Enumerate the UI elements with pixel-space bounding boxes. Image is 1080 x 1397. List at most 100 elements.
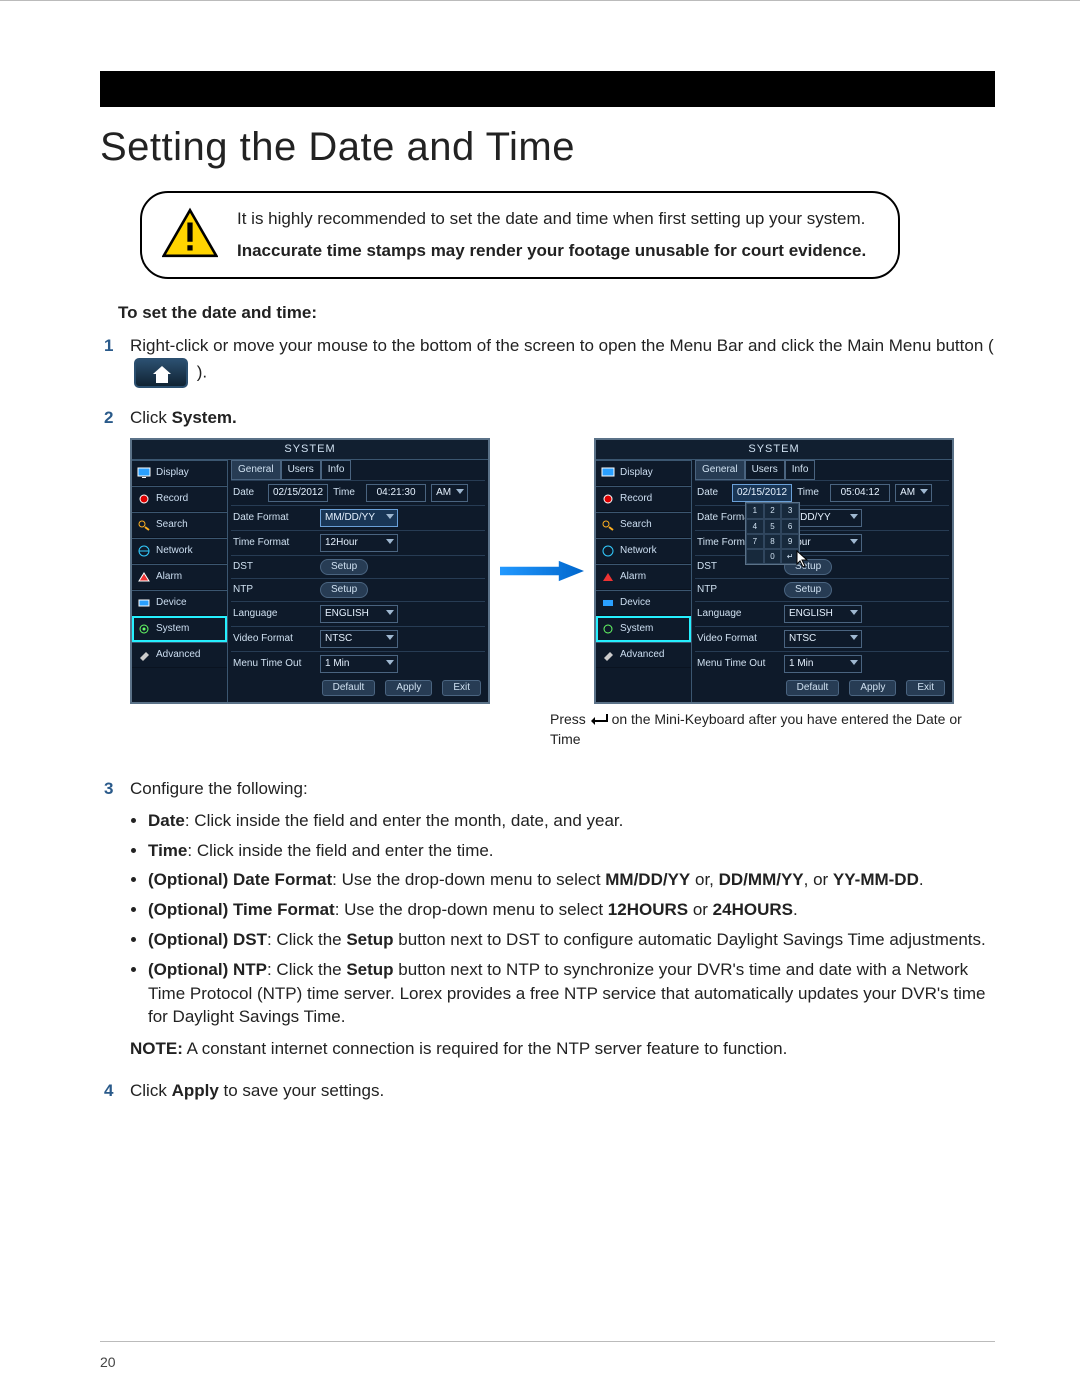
language-dropdown-r[interactable]: ENGLISH (784, 605, 862, 623)
label-date: Date (233, 486, 263, 500)
gear-icon (601, 623, 615, 635)
label-time-r: Time (797, 486, 825, 500)
apply-button-r[interactable]: Apply (849, 680, 896, 696)
search-icon (601, 519, 615, 531)
sidebar-item-network[interactable]: Network (132, 538, 227, 564)
date-field-r[interactable]: 02/15/2012 (732, 484, 792, 502)
network-icon (137, 545, 151, 557)
sidebar-item-display-r[interactable]: Display (596, 460, 691, 486)
tab-users-r[interactable]: Users (745, 460, 785, 480)
system-title-right: SYSTEM (596, 440, 952, 460)
bullet-dst: (Optional) DST: Click the Setup button n… (148, 928, 995, 952)
tab-general[interactable]: General (231, 460, 281, 480)
step-3: 3 Configure the following: Date: Click i… (100, 777, 995, 1069)
warning-text-2: Inaccurate time stamps may render your f… (237, 239, 874, 263)
network-icon (601, 545, 615, 557)
time-field-r[interactable]: 05:04:12 (830, 484, 890, 502)
ntp-setup-button[interactable]: Setup (320, 582, 368, 598)
sidebar-item-record-r[interactable]: Record (596, 486, 691, 512)
sidebar-item-advanced[interactable]: Advanced (132, 642, 227, 668)
sidebar-item-alarm[interactable]: Alarm (132, 564, 227, 590)
mini-keyboard-overlay[interactable]: 123 456 789 0↵ (745, 502, 800, 565)
menu-timeout-dropdown-r[interactable]: 1 Min (784, 655, 862, 673)
exit-button[interactable]: Exit (442, 680, 481, 696)
enter-key-icon (590, 711, 608, 730)
video-format-dropdown-r[interactable]: NTSC (784, 630, 862, 648)
bullet-time: Time: Click inside the field and enter t… (148, 839, 995, 863)
menu-timeout-dropdown[interactable]: 1 Min (320, 655, 398, 673)
system-screenshot-right: SYSTEM Display Record Search Network Ala… (594, 438, 954, 704)
label-menu-timeout: Menu Time Out (233, 657, 315, 671)
alarm-icon (137, 571, 151, 583)
sidebar-item-network-r[interactable]: Network (596, 538, 691, 564)
cursor-icon (796, 550, 810, 573)
sidebar-item-alarm-r[interactable]: Alarm (596, 564, 691, 590)
label-time-format: Time Format (233, 536, 315, 550)
warning-icon (162, 207, 218, 259)
instruction-heading: To set the date and time: (118, 301, 995, 325)
bullet-ntp: (Optional) NTP: Click the Setup button n… (148, 958, 995, 1029)
step-1-text-b: ). (197, 363, 207, 382)
label-language-r: Language (697, 607, 779, 621)
label-language: Language (233, 607, 315, 621)
screenshot-caption: Press on the Mini-Keyboard after you hav… (550, 710, 995, 749)
sidebar-item-system[interactable]: System (132, 616, 227, 642)
step-2-text-a: Click (130, 408, 172, 427)
step-2-number: 2 (100, 406, 130, 430)
display-icon (601, 467, 615, 479)
sidebar-item-search-r[interactable]: Search (596, 512, 691, 538)
ampm-dropdown[interactable]: AM (431, 484, 468, 502)
date-field[interactable]: 02/15/2012 (268, 484, 328, 502)
warning-text-1: It is highly recommended to set the date… (237, 207, 874, 231)
time-format-dropdown[interactable]: 12Hour (320, 534, 398, 552)
label-dst: DST (233, 560, 315, 574)
sidebar-item-search[interactable]: Search (132, 512, 227, 538)
step-1-number: 1 (100, 334, 130, 358)
label-menu-timeout-r: Menu Time Out (697, 657, 779, 671)
step-1: 1 Right-click or move your mouse to the … (100, 334, 995, 396)
step-3-text: Configure the following: (130, 777, 995, 801)
video-format-dropdown[interactable]: NTSC (320, 630, 398, 648)
date-format-dropdown[interactable]: MM/DD/YY (320, 509, 398, 527)
ntp-setup-button-r[interactable]: Setup (784, 582, 832, 598)
sidebar-item-display[interactable]: Display (132, 460, 227, 486)
system-title: SYSTEM (132, 440, 488, 460)
gear-icon (137, 623, 151, 635)
language-dropdown[interactable]: ENGLISH (320, 605, 398, 623)
main-menu-home-button[interactable] (134, 358, 188, 388)
sidebar-item-advanced-r[interactable]: Advanced (596, 642, 691, 668)
ampm-dropdown-r[interactable]: AM (895, 484, 932, 502)
step-4-text-b: Apply (172, 1081, 219, 1100)
time-field[interactable]: 04:21:30 (366, 484, 426, 502)
system-screenshot-left: SYSTEM Display Record Search Network Ala… (130, 438, 490, 704)
default-button[interactable]: Default (322, 680, 376, 696)
tab-users[interactable]: Users (281, 460, 321, 480)
bullet-date: Date: Click inside the field and enter t… (148, 809, 995, 833)
dst-setup-button[interactable]: Setup (320, 559, 368, 575)
sidebar-item-device-r[interactable]: Device (596, 590, 691, 616)
step-4-text-a: Click (130, 1081, 172, 1100)
tab-info-r[interactable]: Info (785, 460, 816, 480)
tab-general-r[interactable]: General (695, 460, 745, 480)
warning-callout: It is highly recommended to set the date… (140, 191, 900, 279)
sidebar-item-device[interactable]: Device (132, 590, 227, 616)
step-3-number: 3 (100, 777, 130, 801)
search-icon (137, 519, 151, 531)
alarm-icon (601, 571, 615, 583)
device-icon (601, 597, 615, 609)
label-ntp-r: NTP (697, 583, 779, 597)
label-date-format: Date Format (233, 511, 315, 525)
step-4: 4 Click Apply to save your settings. (100, 1079, 995, 1111)
arrow-between-screens (500, 556, 584, 586)
apply-button[interactable]: Apply (385, 680, 432, 696)
exit-button-r[interactable]: Exit (906, 680, 945, 696)
sidebar-item-record[interactable]: Record (132, 486, 227, 512)
tab-info[interactable]: Info (321, 460, 352, 480)
sidebar-item-system-r[interactable]: System (596, 616, 691, 642)
step-2-text-b: System. (172, 408, 237, 427)
page-title: Setting the Date and Time (100, 119, 995, 175)
default-button-r[interactable]: Default (786, 680, 840, 696)
display-icon (137, 467, 151, 479)
wrench-icon (137, 649, 151, 661)
record-icon (601, 493, 615, 505)
